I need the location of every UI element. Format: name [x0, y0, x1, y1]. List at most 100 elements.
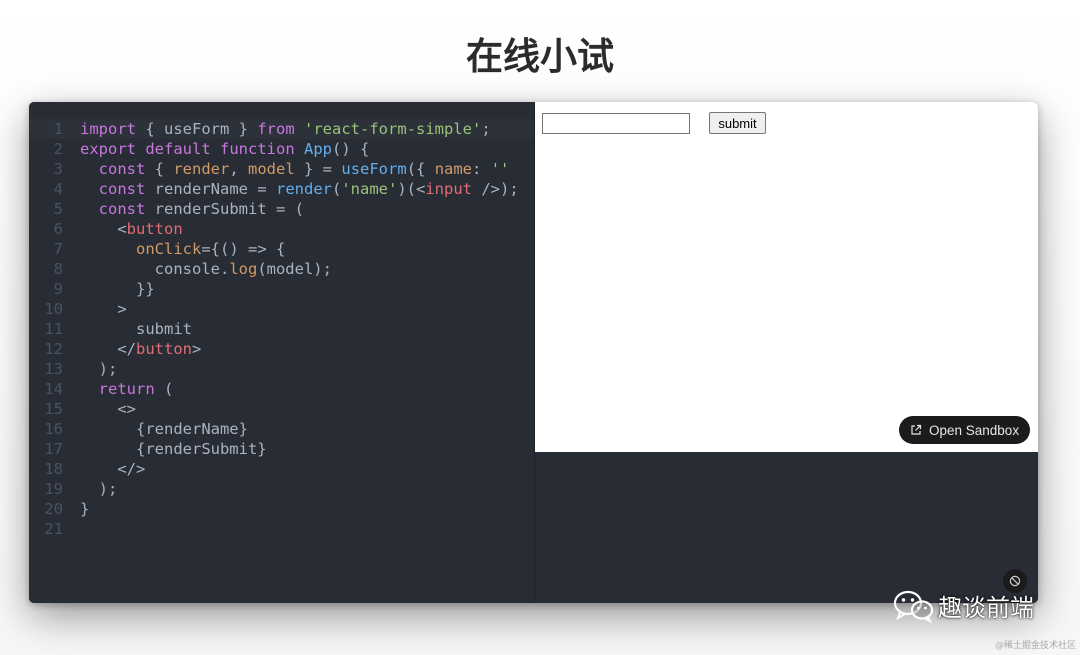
code-text: );: [80, 360, 118, 378]
code-text: <>: [80, 400, 136, 418]
line-number: 15: [44, 400, 63, 418]
code-token: >: [80, 300, 127, 318]
code-token: <: [80, 220, 127, 238]
code-line[interactable]: 9 }}: [29, 279, 534, 299]
code-token: model: [248, 160, 295, 178]
credit-text: @稀土掘金技术社区: [994, 641, 1076, 651]
code-token: renderName =: [145, 180, 276, 198]
code-text: >: [80, 300, 127, 318]
line-number: 20: [44, 500, 63, 518]
code-token: (model);: [257, 260, 332, 278]
code-line[interactable]: 4 const renderName = render('name')(<inp…: [29, 179, 534, 199]
code-token: { useForm }: [136, 120, 258, 138]
code-token: ;: [481, 120, 491, 138]
code-token: 'react-form-simple': [304, 120, 482, 138]
code-token: }: [80, 500, 90, 518]
code-token: useForm: [341, 160, 407, 178]
code-token: () {: [332, 140, 370, 158]
code-text: import { useForm } from 'react-form-simp…: [80, 120, 491, 138]
page-title: 在线小试: [466, 35, 614, 78]
code-editor[interactable]: 1 import { useForm } from 'react-form-sim…: [29, 102, 534, 603]
code-line[interactable]: 10 >: [29, 299, 534, 319]
code-token: (: [154, 380, 174, 398]
preview-pane: submit Open Sandbox: [535, 102, 1038, 452]
code-text: }}: [80, 280, 155, 298]
watermark: 趣谈前端: [893, 588, 1034, 623]
code-line[interactable]: 1 import { useForm } from 'react-form-sim…: [29, 119, 534, 139]
code-token: render: [173, 160, 230, 178]
code-line[interactable]: 3 const { render, model } = useForm({ na…: [29, 159, 534, 179]
code-token: } =: [294, 160, 342, 178]
line-number: 1: [53, 120, 63, 138]
code-token: <>: [80, 400, 136, 418]
code-token: (: [332, 180, 342, 198]
code-text: <button: [80, 220, 183, 238]
code-line[interactable]: 19 );: [29, 479, 534, 499]
code-line[interactable]: 8 console.log(model);: [29, 259, 534, 279]
line-number: 21: [44, 520, 63, 538]
code-token: const: [98, 180, 146, 198]
watermark-label: 趣谈前端: [938, 594, 1034, 622]
code-line[interactable]: 14 return (: [29, 379, 534, 399]
line-number: 9: [53, 280, 63, 298]
open-sandbox-label: Open Sandbox: [929, 422, 1020, 438]
code-line[interactable]: 15 <>: [29, 399, 534, 419]
code-text: const renderName = render('name')(<input…: [80, 180, 519, 198]
name-input[interactable]: [542, 113, 690, 134]
code-token: 'name': [341, 180, 398, 198]
code-line[interactable]: 18 </>: [29, 459, 534, 479]
code-token: export: [80, 140, 136, 158]
code-text: );: [80, 480, 118, 498]
open-sandbox-button[interactable]: Open Sandbox: [899, 416, 1030, 444]
code-line[interactable]: 21: [29, 519, 534, 539]
code-text: onClick={() => {: [80, 240, 285, 258]
code-line[interactable]: 7 onClick={() => {: [29, 239, 534, 259]
code-text: const renderSubmit = (: [80, 200, 304, 218]
line-number: 17: [44, 440, 63, 458]
code-token: from: [257, 120, 295, 138]
code-line[interactable]: 13 );: [29, 359, 534, 379]
code-text: return (: [80, 380, 174, 398]
code-token: ={() => {: [201, 240, 286, 258]
code-token: button: [126, 220, 183, 238]
code-token: '': [490, 160, 510, 178]
code-token: renderSubmit = (: [145, 200, 304, 218]
code-line[interactable]: 6 <button: [29, 219, 534, 239]
submit-button[interactable]: submit: [709, 112, 766, 134]
code-token: const: [98, 200, 146, 218]
line-number: 12: [44, 340, 63, 358]
line-number: 6: [53, 220, 63, 238]
code-text: submit: [80, 320, 192, 338]
console-pane: [535, 452, 1038, 603]
code-token: }}: [80, 280, 155, 298]
code-text: console.log(model);: [80, 260, 332, 278]
code-token: default: [145, 140, 211, 158]
code-token: </: [80, 340, 136, 358]
code-line[interactable]: 17 {renderSubmit}: [29, 439, 534, 459]
code-text: </button>: [80, 340, 201, 358]
code-token: ({: [406, 160, 435, 178]
line-number: 10: [44, 300, 63, 318]
code-token: console.: [80, 260, 230, 278]
code-token: :: [472, 160, 491, 178]
code-line[interactable]: 12 </button>: [29, 339, 534, 359]
code-line[interactable]: 5 const renderSubmit = (: [29, 199, 534, 219]
line-number: 7: [53, 240, 63, 258]
code-token: return: [98, 380, 155, 398]
code-token: >: [192, 340, 202, 358]
code-text: </>: [80, 460, 145, 478]
code-token: input: [425, 180, 473, 198]
line-number: 8: [53, 260, 63, 278]
code-line[interactable]: 20}: [29, 499, 534, 519]
code-line[interactable]: 16 {renderName}: [29, 419, 534, 439]
code-line[interactable]: 11 submit: [29, 319, 534, 339]
code-line[interactable]: 2 export default function App() {: [29, 139, 534, 159]
code-token: )(<: [397, 180, 426, 198]
code-text: const { render, model } = useForm({ name…: [80, 160, 510, 178]
external-link-icon: [911, 424, 922, 435]
